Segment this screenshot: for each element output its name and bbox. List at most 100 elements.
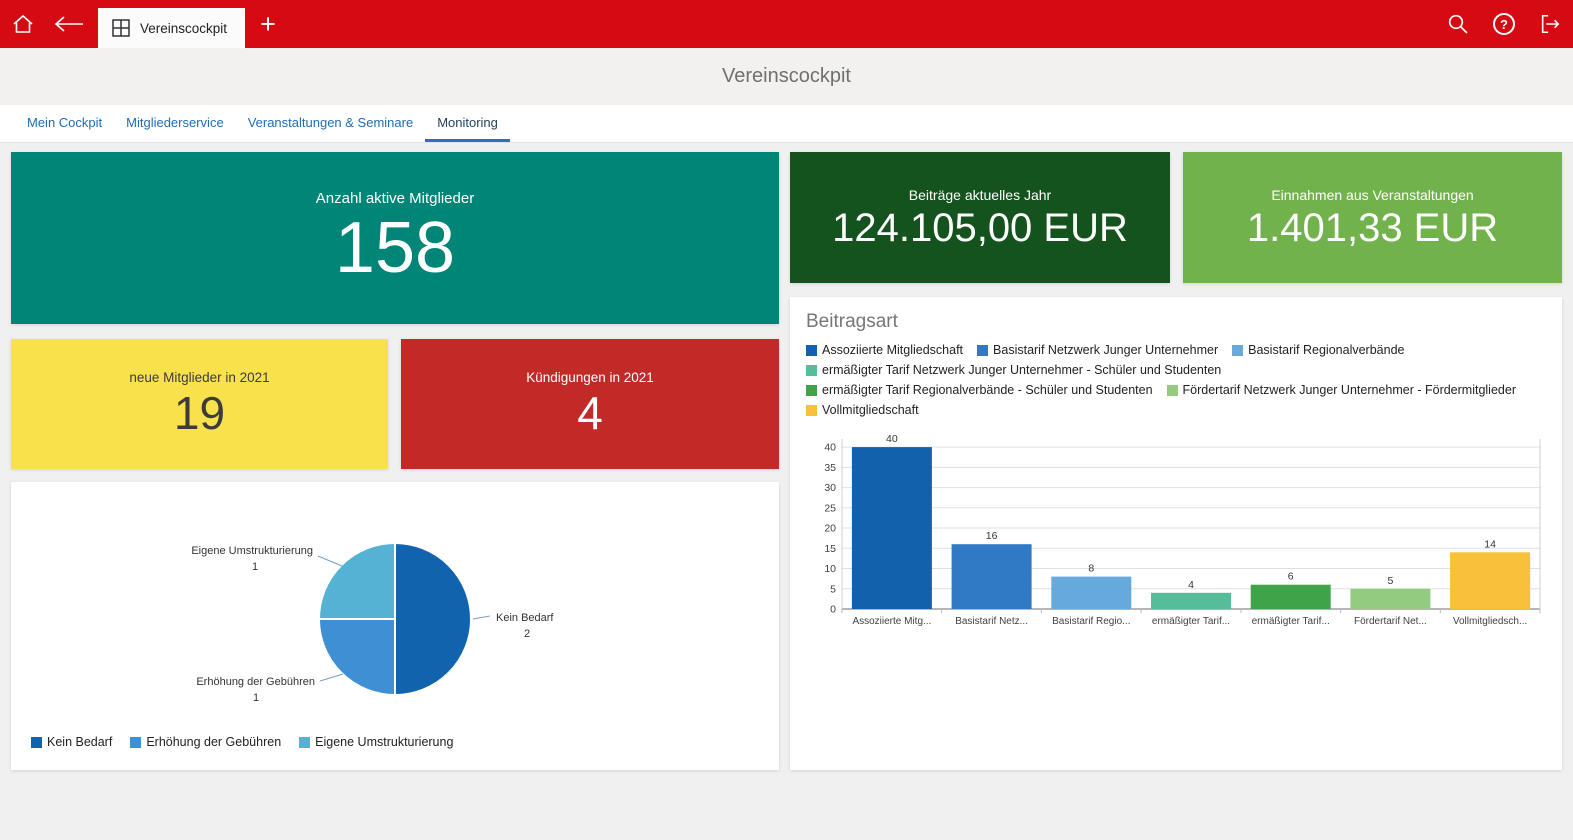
pie-slice-eigene-umstrukturierung[interactable] [317, 541, 396, 620]
kpi-value: 4 [577, 387, 603, 440]
y-tick-label: 5 [830, 583, 836, 595]
pie-legend-item: Kein Bedarf [31, 735, 112, 749]
pie-callout-line [317, 555, 343, 567]
pie-callout-value: 2 [524, 628, 530, 640]
legend-label: Assoziierte Mitgliedschaft [822, 343, 964, 357]
pie-legend-item: Eigene Umstrukturierung [299, 735, 453, 749]
role-center-content: Anzahl aktive Mitglieder 158 neue Mitgli… [0, 143, 1573, 770]
back-button[interactable] [46, 0, 92, 48]
signout-icon [1541, 14, 1560, 34]
pie-callout-line [472, 615, 491, 620]
bar-value-label: 4 [1188, 579, 1194, 591]
help-icon: ? [1493, 13, 1515, 35]
kpi-label: neue Mitglieder in 2021 [129, 370, 270, 386]
bar-legend-item: Basistarif Regionalverbände [1232, 343, 1404, 357]
bar-legend-item: ermäßigter Tarif Netzwerk Junger Unterne… [806, 363, 1221, 377]
kpi-event-income[interactable]: Einnahmen aus Veranstaltungen 1.401,33 E… [1183, 152, 1562, 283]
kpi-value: 1.401,33 EUR [1246, 205, 1499, 250]
tab-mitgliederservice[interactable]: Mitgliederservice [114, 105, 236, 142]
panel-title: Beitragsart [806, 311, 898, 332]
bar-legend-item: ermäßigter Tarif Regionalverbände - Schü… [806, 383, 1153, 397]
kpi-value: 19 [173, 387, 226, 440]
bar-assoziierte-mitgliedschaft[interactable] [851, 447, 932, 609]
kpi-active-members[interactable]: Anzahl aktive Mitglieder 158 [11, 152, 779, 324]
bar-legend-item: Vollmitgliedschaft [806, 403, 919, 417]
legend-swatch [31, 736, 42, 748]
legend-label: Basistarif Netzwerk Junger Unternehmer [993, 343, 1219, 357]
pie-callout-value: 1 [253, 692, 259, 704]
legend-label: Basistarif Regionalverbände [1248, 343, 1405, 357]
y-tick-label: 25 [824, 502, 836, 514]
home-icon [13, 14, 33, 33]
legend-label: Eigene Umstrukturierung [315, 735, 454, 749]
bar-f-rdertarif-netzwerk-junger-unternehmer-f-rdermitglieder[interactable] [1350, 588, 1431, 609]
legend-swatch [130, 736, 142, 748]
bar-basistarif-regionalverb-nde[interactable] [1051, 576, 1132, 609]
bar-value-label: 6 [1288, 571, 1294, 583]
pie-callout-label: Erhöhung der Gebühren [196, 676, 315, 688]
bar-value-label: 14 [1484, 538, 1496, 550]
bar-erm-igter-tarif-netzwerk-junger-unternehmer-sch-ler-und-studenten[interactable] [1151, 592, 1231, 609]
signout-button[interactable] [1527, 0, 1573, 48]
kpi-cancellations[interactable]: Kündigungen in 2021 4 [401, 339, 779, 469]
plus-icon: + [260, 8, 276, 39]
tab-veranstaltungen-seminare[interactable]: Veranstaltungen & Seminare [236, 105, 426, 142]
bar-chart[interactable]: 0 5 10 15 20 25 30 35 40 40 Assoziierte Mitg... 16 B… [806, 431, 1546, 643]
kpi-label: Anzahl aktive Mitglieder [315, 189, 475, 207]
bar-value-label: 5 [1387, 575, 1393, 587]
grid-icon [112, 19, 130, 37]
kpi-label: Beiträge aktuelles Jahr [908, 186, 1052, 203]
legend-swatch [1166, 384, 1178, 396]
legend-swatch [806, 364, 817, 376]
x-category-label: Basistarif Netz... [955, 616, 1028, 627]
legend-swatch [806, 384, 817, 396]
pie-legend: Kein Bedarf Erhöhung der Gebühren Eigene U… [11, 731, 779, 749]
pie-callout-line [319, 673, 344, 682]
y-tick-label: 20 [824, 523, 836, 535]
y-tick-label: 35 [824, 462, 836, 474]
search-button[interactable] [1435, 0, 1481, 48]
tab-monitoring[interactable]: Monitoring [425, 105, 510, 142]
legend-label: Kein Bedarf [47, 735, 113, 749]
pie-chart[interactable]: Kein Bedarf 2 Erhöhung der Gebühren 1 Eigene… [11, 482, 779, 726]
bar-basistarif-netzwerk-junger-unternehmer[interactable] [951, 544, 1032, 609]
legend-label: Vollmitgliedschaft [822, 403, 919, 417]
kpi-new-members[interactable]: neue Mitglieder in 2021 19 [11, 339, 388, 469]
home-button[interactable] [0, 0, 46, 48]
membership-pie-panel: Kein Bedarf 2 Erhöhung der Gebühren 1 Eigene… [11, 482, 779, 770]
help-button[interactable]: ? [1481, 0, 1527, 48]
x-category-label: Basistarif Regio... [1052, 616, 1130, 627]
pie-legend-item: Erhöhung der Gebühren [130, 735, 281, 749]
legend-swatch [299, 736, 311, 748]
beitragsart-panel: Beitragsart Assoziierte Mitgliedschaft Ba… [790, 297, 1562, 770]
kpi-fees-year[interactable]: Beiträge aktuelles Jahr 124.105,00 EUR [790, 152, 1170, 283]
y-tick-label: 30 [824, 482, 836, 494]
page-title: Vereinscockpit [722, 65, 851, 87]
app-tab-vereinscockpit[interactable]: Vereinscockpit [98, 8, 246, 48]
bar-erm-igter-tarif-regionalverb-nde-sch-ler-und-studenten[interactable] [1250, 584, 1331, 609]
pie-slice-erh-hung-der-geb-hren[interactable] [317, 618, 396, 697]
legend-swatch [806, 404, 817, 416]
bar-value-label: 8 [1088, 563, 1094, 575]
pie-callout-label: Kein Bedarf [496, 612, 554, 624]
bar-vollmitgliedschaft[interactable] [1450, 552, 1531, 609]
help-glyph: ? [1500, 16, 1508, 32]
kpi-label: Kündigungen in 2021 [526, 370, 654, 386]
pie-callout-value: 1 [252, 561, 258, 573]
app-bar: Vereinscockpit + ? [0, 0, 1573, 48]
legend-swatch [977, 344, 989, 356]
y-tick-label: 0 [830, 604, 836, 616]
kpi-tile-row: Beiträge aktuelles Jahr 124.105,00 EUR E… [790, 152, 1562, 283]
legend-label: Fördertarif Netzwerk Junger Unternehmer … [1182, 383, 1516, 397]
new-tab-button[interactable]: + [245, 0, 291, 48]
tab-mein-cockpit[interactable]: Mein Cockpit [15, 105, 114, 142]
kpi-value: 158 [334, 207, 456, 288]
back-icon [54, 16, 83, 32]
tab-strip: Mein Cockpit Mitgliederservice Veranstaltu… [0, 105, 1573, 143]
pie-callout-label: Eigene Umstrukturierung [191, 545, 313, 557]
bar-value-label: 16 [986, 530, 998, 542]
legend-label: ermäßigter Tarif Regionalverbände - Schü… [822, 383, 1153, 397]
y-tick-label: 40 [824, 442, 836, 454]
legend-label: Erhöhung der Gebühren [146, 735, 282, 749]
pie-slice-kein-bedarf[interactable] [394, 541, 472, 697]
